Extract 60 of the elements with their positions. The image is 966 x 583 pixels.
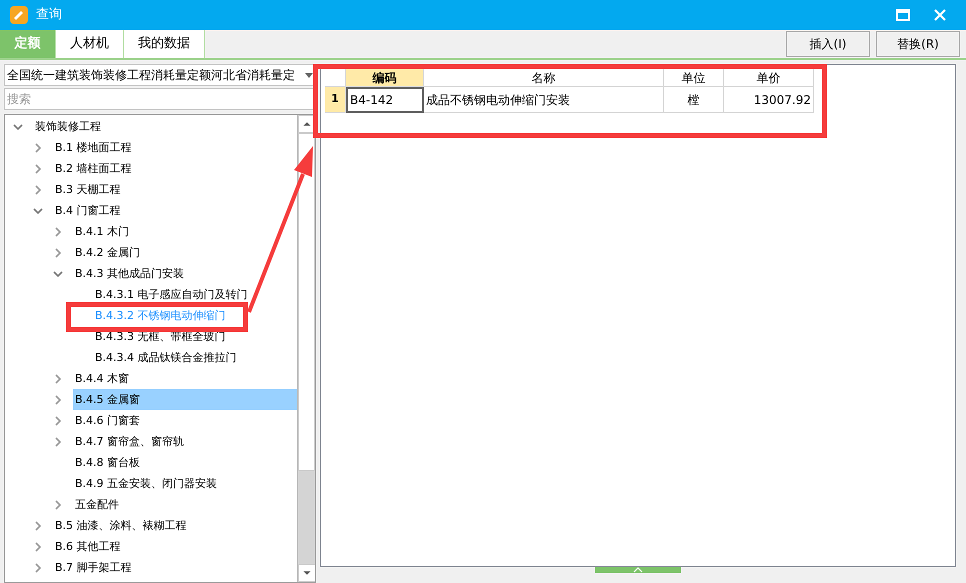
chevron-right-icon[interactable] [53, 226, 63, 236]
tree-item[interactable]: B.2 墙柱面工程 [53, 158, 134, 179]
tree-item[interactable]: B.4.4 木窗 [73, 368, 132, 389]
chevron-right-icon[interactable] [33, 562, 43, 572]
chevron-down-icon[interactable] [33, 206, 43, 216]
chevron-right-icon[interactable] [53, 374, 63, 384]
chevron-right-icon[interactable] [53, 394, 63, 404]
chevron-right-icon[interactable] [33, 164, 43, 174]
chevron-right-icon[interactable] [33, 542, 43, 552]
chevron-right-icon[interactable] [53, 500, 63, 510]
tree-item[interactable]: B.3 天棚工程 [53, 179, 123, 200]
row-number: 1 [325, 87, 346, 113]
tree-item[interactable]: B.4.3.1 电子感应自动门及转门 [93, 284, 250, 305]
scroll-down-icon[interactable] [298, 564, 315, 582]
tree-item[interactable]: B.4.9 五金安装、闭门器安装 [73, 473, 220, 494]
library-dropdown[interactable]: 全国统一建筑装饰装修工程消耗量定额河北省消耗量定 [4, 64, 316, 86]
tree-item[interactable]: B.4.7 窗帘盒、窗帘轨 [73, 431, 186, 452]
column-header[interactable]: 单位 [664, 69, 724, 87]
tree-item[interactable]: B.5 油漆、涂料、裱糊工程 [53, 515, 189, 536]
tree-item[interactable]: B.4 门窗工程 [53, 200, 123, 221]
chevron-right-icon[interactable] [53, 436, 63, 446]
dropdown-arrow-icon[interactable] [305, 72, 313, 78]
search-field[interactable]: 搜索 [4, 88, 316, 110]
tree-item[interactable]: 装饰装修工程 [33, 116, 103, 137]
column-header[interactable]: 编码 [346, 69, 424, 87]
tree-item[interactable]: B.1 楼地面工程 [53, 137, 134, 158]
table-cell: 成品不锈钢电动伸缩门安装 [424, 87, 664, 113]
scrollbar-thumb[interactable] [298, 133, 315, 471]
column-header[interactable]: 名称 [424, 69, 664, 87]
tree-item[interactable]: B.4.2 金属门 [73, 242, 142, 263]
tree-item[interactable]: B.7 脚手架工程 [53, 557, 134, 578]
chevron-down-icon[interactable] [13, 122, 23, 132]
tab[interactable]: 人材机 [56, 30, 124, 58]
maximize-icon[interactable] [896, 9, 910, 21]
chevron-down-icon[interactable] [53, 268, 63, 278]
collapse-handle-icon[interactable] [595, 567, 681, 573]
chevron-right-icon[interactable] [53, 416, 63, 426]
toolbar-button[interactable]: 插入(I) [786, 31, 870, 57]
scrollbar[interactable] [297, 115, 315, 582]
window-title: 查询 [36, 6, 62, 24]
toolbar-button[interactable]: 替换(R) [876, 31, 960, 57]
tree-item[interactable]: B.4.5 金属窗 [73, 389, 297, 410]
tree-item[interactable]: B.4.8 窗台板 [73, 452, 142, 473]
close-icon[interactable] [934, 9, 946, 21]
tab[interactable]: 我的数据 [124, 30, 205, 58]
tree-item[interactable]: 五金配件 [73, 494, 121, 515]
column-header[interactable]: 单价 [724, 69, 814, 87]
tree-item[interactable]: B.4.1 木门 [73, 221, 132, 242]
tree-item[interactable]: B.4.6 门窗套 [73, 410, 142, 431]
chevron-right-icon[interactable] [33, 184, 43, 194]
tree-item[interactable]: B.6 其他工程 [53, 536, 123, 557]
table-cell: 13007.92 [724, 87, 814, 113]
table-cell: 樘 [664, 87, 724, 113]
tree-item[interactable]: B.4.3 其他成品门安装 [73, 263, 186, 284]
chevron-right-icon[interactable] [33, 142, 43, 152]
tree-item[interactable]: B.4.3.4 成品钛镁合金推拉门 [93, 347, 239, 368]
app-logo-icon [10, 6, 28, 24]
table-cell: B4-142 [346, 87, 424, 113]
chevron-right-icon[interactable] [33, 520, 43, 530]
chevron-right-icon[interactable] [53, 248, 63, 258]
